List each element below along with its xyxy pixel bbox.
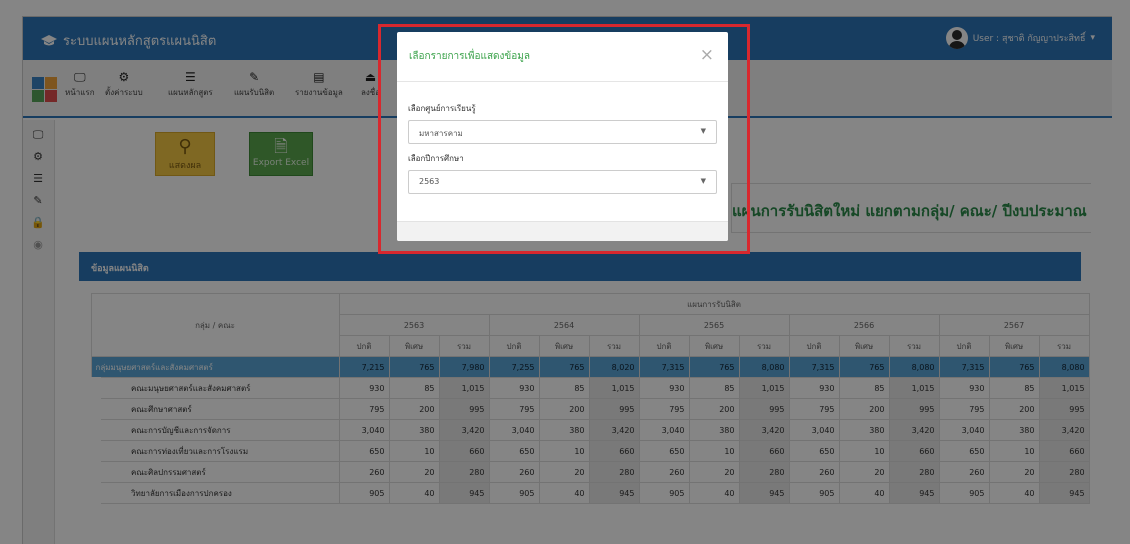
chevron-down-icon: ▼ [700, 177, 706, 185]
campus-select[interactable]: มหาสารคาม ▼ [408, 120, 717, 144]
modal-body: เลือกศูนย์การเรียนรู้ มหาสารคาม ▼ เลือกป… [397, 82, 728, 194]
modal-header: เลือกรายการเพื่อแสดงข้อมูล × [397, 32, 728, 82]
campus-value: มหาสารคาม [419, 129, 463, 138]
year-label: เลือกปีการศึกษา [408, 154, 464, 163]
chevron-down-icon: ▼ [700, 127, 706, 135]
modal-footer [397, 221, 728, 241]
modal-title: เลือกรายการเพื่อแสดงข้อมูล [409, 51, 530, 62]
select-modal: เลือกรายการเพื่อแสดงข้อมูล × เลือกศูนย์ก… [397, 32, 728, 241]
campus-label: เลือกศูนย์การเรียนรู้ [408, 104, 476, 113]
close-icon[interactable]: × [700, 45, 714, 65]
year-select[interactable]: 2563 ▼ [408, 170, 717, 194]
year-value: 2563 [419, 177, 440, 186]
